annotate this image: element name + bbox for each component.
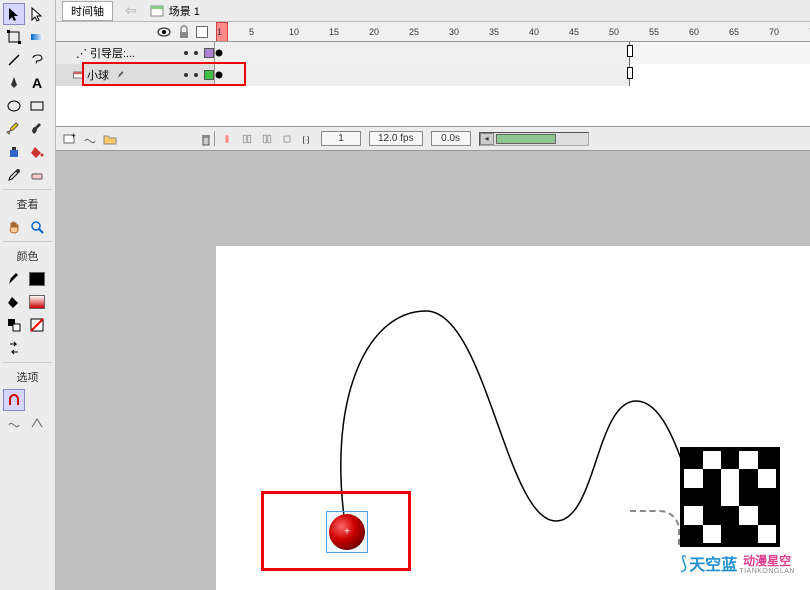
add-guide-layer-icon[interactable] — [82, 131, 98, 147]
fill-swatch[interactable] — [26, 291, 48, 313]
lock-icon[interactable] — [176, 24, 192, 40]
back-icon[interactable]: ⇦ — [121, 2, 141, 19]
text-tool[interactable]: A — [26, 72, 48, 94]
svg-text:+: + — [71, 131, 76, 140]
tick: 50 — [609, 22, 619, 41]
frame-ruler[interactable]: 1 5 10 15 20 25 30 35 40 45 50 55 60 65 … — [214, 22, 810, 41]
tick: 65 — [729, 22, 739, 41]
brand-name-zh: 天空蓝 — [689, 551, 737, 575]
eyedropper-tool[interactable] — [3, 164, 25, 186]
rectangle-tool[interactable] — [26, 95, 48, 117]
delete-layer-icon[interactable] — [198, 131, 214, 147]
timeline-scrollbar[interactable]: ◂ — [479, 132, 589, 146]
line-tool[interactable] — [3, 49, 25, 71]
straighten-option[interactable] — [26, 412, 48, 434]
ball-layer-track[interactable] — [214, 64, 810, 86]
ball-symbol[interactable]: + — [329, 514, 365, 550]
smooth-option[interactable] — [3, 412, 25, 434]
stroke-color[interactable] — [3, 268, 25, 290]
swap-colors[interactable] — [3, 337, 25, 359]
tick: 1 — [217, 22, 222, 41]
onion-skin-outlines-icon[interactable] — [261, 133, 273, 145]
timeline-layers: ⋰ 引导层:... 小球 — [56, 42, 810, 127]
tick: 45 — [569, 22, 579, 41]
watermark: ⟆ 天空蓝 动漫星空 TIANKONGLAN — [680, 447, 795, 575]
scene-name: 场景 1 — [169, 3, 200, 19]
elapsed-time: 0.0s — [431, 131, 471, 146]
svg-text:[·]: [·] — [303, 135, 310, 144]
hand-tool[interactable] — [3, 216, 25, 238]
timeline-ruler-row: 1 5 10 15 20 25 30 35 40 45 50 55 60 65 … — [56, 22, 810, 42]
registration-point-icon: + — [344, 527, 350, 538]
tick: 15 — [329, 22, 339, 41]
tick: 35 — [489, 22, 499, 41]
tick: 55 — [649, 22, 659, 41]
canvas-area[interactable]: + ⟆ 天空蓝 动漫星空 TIANKONGLAN — [56, 151, 810, 590]
layer-name: 引导层:... — [90, 45, 135, 61]
scroll-left-icon[interactable]: ◂ — [480, 133, 494, 145]
subselection-tool[interactable] — [26, 3, 48, 25]
brand-name-en: TIANKONGLAN — [739, 568, 795, 575]
default-colors[interactable] — [3, 314, 25, 336]
center-frame-icon[interactable] — [221, 133, 233, 145]
modify-onion-markers-icon[interactable]: [·] — [301, 133, 313, 145]
frame-rate: 12.0 fps — [369, 131, 423, 146]
scroll-thumb[interactable] — [496, 134, 556, 144]
selection-tool[interactable] — [3, 3, 25, 25]
document-tab-row: 时间轴 ⇦ 场景 1 — [56, 0, 810, 22]
view-heading: 查看 — [3, 196, 52, 212]
tick: 5 — [249, 22, 254, 41]
lasso-tool[interactable] — [26, 49, 48, 71]
scene-breadcrumb[interactable]: 场景 1 — [149, 3, 200, 19]
main-area: 时间轴 ⇦ 场景 1 1 5 10 15 20 25 30 35 40 45 — [56, 0, 810, 590]
eye-icon[interactable] — [156, 24, 172, 40]
pen-tool[interactable] — [3, 72, 25, 94]
free-transform-tool[interactable] — [3, 26, 25, 48]
brand-subtitle: 动漫星空 — [743, 554, 791, 568]
timeline-tab[interactable]: 时间轴 — [62, 1, 113, 21]
snap-to-objects-toggle[interactable] — [3, 389, 25, 411]
insert-folder-icon[interactable] — [102, 131, 118, 147]
timeline-status-bar: + [·] 1 12.0 fps 0.0s ◂ — [56, 127, 810, 151]
tick: 70 — [769, 22, 779, 41]
tick: 20 — [369, 22, 379, 41]
gradient-transform-tool[interactable] — [26, 26, 48, 48]
stroke-swatch[interactable] — [26, 268, 48, 290]
edit-multiple-frames-icon[interactable] — [281, 133, 293, 145]
zoom-tool[interactable] — [26, 216, 48, 238]
brush-tool[interactable] — [26, 118, 48, 140]
layer-row-guide[interactable]: ⋰ 引导层:... — [56, 42, 810, 64]
pencil-icon — [116, 70, 126, 80]
guide-layer-icon: ⋰ — [76, 47, 87, 60]
color-heading: 颜色 — [3, 248, 52, 264]
insert-layer-icon[interactable]: + — [62, 131, 78, 147]
layer-row-ball[interactable]: 小球 — [56, 64, 810, 86]
qr-code — [680, 447, 780, 547]
options-heading: 选项 — [3, 369, 52, 385]
layer-name: 小球 — [87, 67, 109, 83]
current-frame: 1 — [321, 131, 361, 146]
paint-bucket-tool[interactable] — [26, 141, 48, 163]
pencil-tool[interactable] — [3, 118, 25, 140]
ink-bottle-tool[interactable] — [3, 141, 25, 163]
layer-icon — [72, 69, 84, 81]
path-end-dashed — [630, 510, 680, 545]
tick: 10 — [289, 22, 299, 41]
tick: 60 — [689, 22, 699, 41]
brand-logo-icon: ⟆ — [680, 553, 687, 574]
toolbox-panel: A 查看 颜色 选项 — [0, 0, 56, 590]
tick: 40 — [529, 22, 539, 41]
eraser-tool[interactable] — [26, 164, 48, 186]
oval-tool[interactable] — [3, 95, 25, 117]
tick: 25 — [409, 22, 419, 41]
outline-icon[interactable] — [196, 26, 208, 38]
guide-layer-track[interactable] — [214, 42, 810, 64]
scene-icon — [149, 3, 165, 19]
no-color[interactable] — [26, 314, 48, 336]
fill-color[interactable] — [3, 291, 25, 313]
svg-text:A: A — [32, 75, 42, 91]
onion-skin-icon[interactable] — [241, 133, 253, 145]
tick: 30 — [449, 22, 459, 41]
